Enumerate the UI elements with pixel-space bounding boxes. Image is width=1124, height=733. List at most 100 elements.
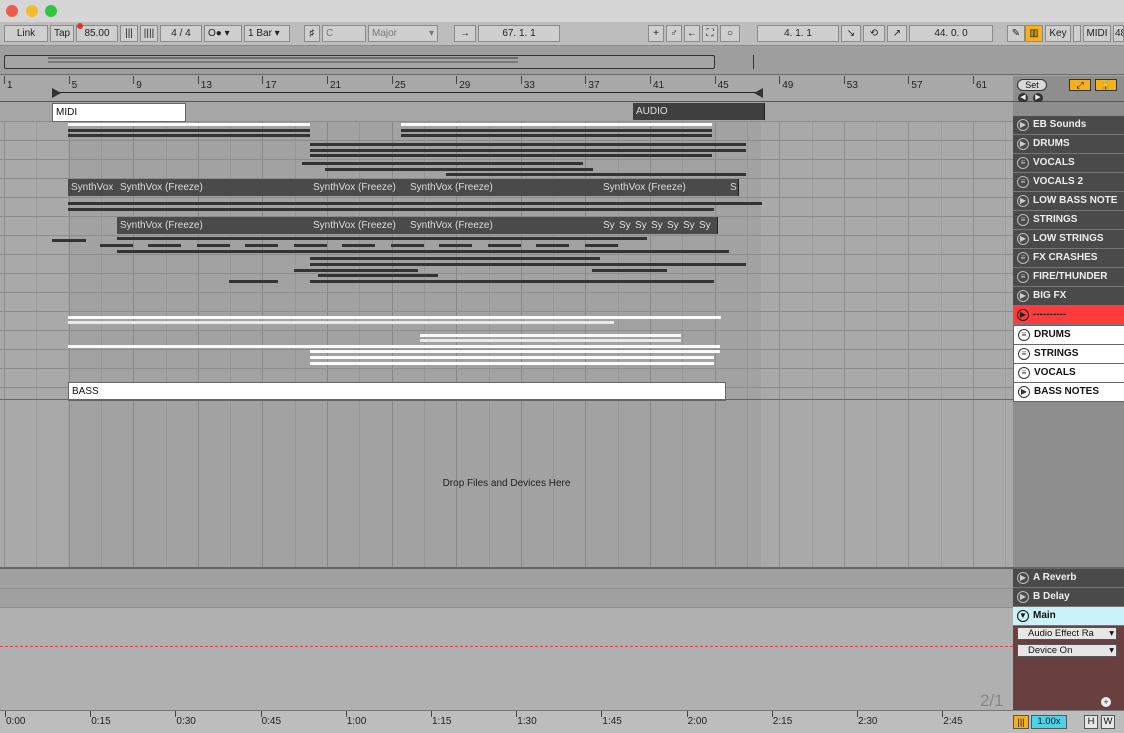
clip-bar[interactable] — [488, 244, 521, 247]
track-header[interactable]: ≡ FIRE/THUNDER — [1013, 268, 1124, 287]
clip-bar[interactable] — [68, 129, 310, 132]
clip-synthvox-freeze[interactable]: SynthVox (Freeze) — [117, 179, 314, 196]
clip-bar[interactable] — [310, 263, 746, 266]
clip-bar[interactable] — [325, 168, 593, 171]
clip-bar[interactable] — [294, 269, 418, 272]
track-lane[interactable] — [0, 159, 1013, 179]
track-lane[interactable] — [0, 330, 1013, 350]
arrangement-view[interactable]: MIDI AUDIO SynthVox SynthVox (Freeze) Sy… — [0, 102, 1013, 567]
track-header[interactable]: ▶ LOW BASS NOTE — [1013, 192, 1124, 211]
clip-bar[interactable] — [310, 154, 712, 157]
track-lane[interactable] — [0, 235, 1013, 255]
track-lane[interactable] — [0, 254, 1013, 274]
clip-bar[interactable] — [148, 244, 181, 247]
automation-parameter-dropdown[interactable]: Device On ▾ — [1017, 644, 1117, 657]
follow-icon[interactable]: ⤢ — [1069, 79, 1091, 91]
track-header-b-delay[interactable]: ▶ B Delay — [1013, 588, 1124, 607]
clip-bar[interactable] — [420, 339, 681, 342]
height-button[interactable]: H — [1084, 715, 1098, 729]
clip-bar[interactable] — [446, 173, 746, 176]
width-button[interactable]: W — [1101, 715, 1115, 729]
device-chooser-dropdown[interactable]: Audio Effect Ra ▾ — [1017, 627, 1117, 640]
clip-bar[interactable] — [310, 362, 714, 365]
track-header[interactable]: ▶ EB Sounds — [1013, 116, 1124, 135]
track-header[interactable]: ≡ VOCALS 2 — [1013, 173, 1124, 192]
clip-synthvox-freeze[interactable]: SynthVox (Freeze) — [310, 179, 411, 196]
track-lane[interactable] — [0, 349, 1013, 369]
automation-line[interactable] — [0, 646, 1013, 647]
clip-bar[interactable] — [117, 250, 729, 253]
list-icon[interactable]: ≡ — [1017, 157, 1029, 169]
arrangement-overview[interactable] — [0, 47, 1124, 75]
clip-bar[interactable] — [536, 244, 569, 247]
loop-start-marker-icon[interactable] — [52, 88, 61, 98]
track-header[interactable]: ≡ FX CRASHES — [1013, 249, 1124, 268]
locator-audio[interactable]: AUDIO — [633, 103, 765, 120]
overdub-plus-icon[interactable]: + — [648, 25, 664, 42]
locator-midi[interactable]: MIDI — [52, 103, 186, 122]
track-header[interactable]: ▶ ---------- — [1013, 306, 1124, 325]
clip-bar[interactable] — [391, 244, 424, 247]
track-header[interactable]: ≡ DRUMS — [1013, 325, 1124, 345]
clip-synthvox-freeze[interactable]: SynthVox (Freeze) — [407, 179, 604, 196]
clip-bar[interactable] — [68, 123, 310, 126]
track-header[interactable]: ▶ DRUMS — [1013, 135, 1124, 154]
clip-bar[interactable] — [310, 350, 720, 353]
loop-switch-icon[interactable]: ⟲ — [863, 25, 885, 42]
list-icon[interactable]: ≡ — [1017, 214, 1029, 226]
clip-bar[interactable] — [310, 257, 600, 260]
clip-bar[interactable] — [294, 244, 327, 247]
clip-synthvox-freeze[interactable]: SynthVox (Freeze) — [117, 217, 314, 234]
automation-arm-icon[interactable]: ♂ — [666, 25, 682, 42]
clip-bar[interactable] — [310, 280, 714, 283]
clip-synthvox-freeze[interactable]: SynthVox (Freeze) — [310, 217, 411, 234]
loop-length-field[interactable]: 44. 0. 0 — [909, 25, 993, 42]
clip-bar[interactable] — [401, 129, 712, 132]
track-lane[interactable]: BASS — [0, 368, 1013, 401]
quantize-dropdown[interactable]: 1 Bar ▾ — [244, 25, 290, 42]
tap-tempo-button[interactable]: Tap — [50, 25, 74, 42]
list-icon[interactable]: ≡ — [1018, 329, 1030, 341]
track-header[interactable]: ≡ VOCALS — [1013, 154, 1124, 173]
metronome-dropdown[interactable]: O● ▾ — [204, 25, 242, 42]
play-icon[interactable]: ▶ — [1017, 138, 1029, 150]
waveform-zoom-icon[interactable]: ||| — [1013, 715, 1029, 729]
beat-time-ruler[interactable]: 1 5 9 13 17 21 25 29 33 37 41 45 49 53 57 61 — [0, 76, 1013, 102]
capture-icon[interactable]: ⛶ — [702, 25, 718, 42]
chevron-down-icon[interactable]: ▼ — [1017, 610, 1029, 622]
zoom-window-button[interactable] — [45, 5, 57, 17]
track-lane[interactable] — [0, 197, 1013, 217]
back-to-arrangement-icon[interactable]: ← — [684, 25, 700, 42]
clip-bar[interactable] — [302, 162, 583, 165]
scale-dropdown[interactable]: Major ▾ — [368, 25, 438, 42]
clip-bar[interactable] — [310, 149, 746, 152]
play-icon[interactable]: ▶ — [1017, 233, 1029, 245]
clip-synthvox[interactable]: SynthVox — [68, 179, 122, 196]
session-record-icon[interactable]: ○ — [720, 25, 740, 42]
minimize-window-button[interactable] — [26, 5, 38, 17]
list-icon[interactable]: ≡ — [1017, 271, 1029, 283]
lock-icon[interactable]: 🔒 — [1095, 79, 1117, 91]
clip-bar[interactable] — [100, 244, 133, 247]
draw-mode-pencil-icon[interactable]: ✎ — [1007, 25, 1025, 42]
set-locator-button[interactable]: Set — [1017, 79, 1047, 91]
track-header-main[interactable]: ▼ Main — [1013, 607, 1124, 626]
track-lane[interactable]: SynthVox (Freeze) SynthVox (Freeze) Synt… — [0, 216, 1013, 236]
track-lane[interactable] — [0, 140, 1013, 160]
clip-synthvox-freeze[interactable]: SynthVox (Freeze) — [407, 217, 604, 234]
track-lane[interactable] — [0, 273, 1013, 293]
clip-bar[interactable] — [592, 269, 667, 272]
list-icon[interactable]: ≡ — [1017, 252, 1029, 264]
clip-s[interactable]: S — [729, 179, 739, 196]
clip-bar[interactable] — [68, 208, 714, 211]
link-button[interactable]: Link — [4, 25, 48, 42]
clip-bar[interactable] — [68, 202, 762, 205]
clip-bar[interactable] — [68, 345, 720, 348]
tempo-nudge-up-icon[interactable]: |||| — [140, 25, 158, 42]
clip-bar[interactable] — [310, 143, 746, 146]
tempo-nudge-down-icon[interactable]: ||| — [120, 25, 138, 42]
zoom-level-field[interactable]: 1.00x — [1031, 715, 1067, 729]
track-lane[interactable] — [0, 311, 1013, 331]
clip-bar[interactable] — [342, 244, 375, 247]
list-icon[interactable]: ≡ — [1018, 348, 1030, 360]
